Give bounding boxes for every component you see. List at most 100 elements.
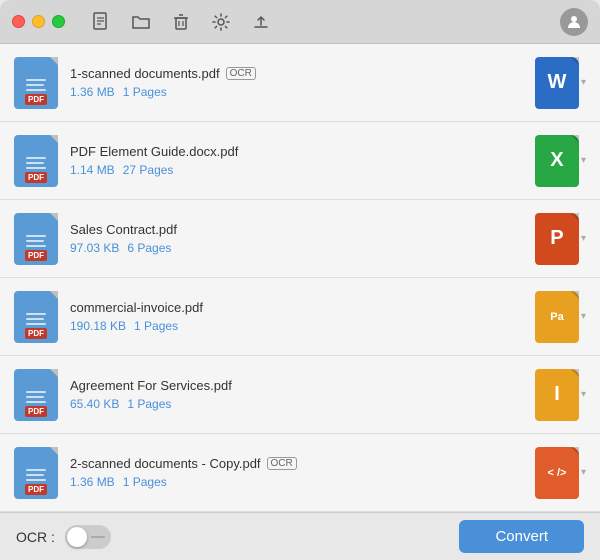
toolbar-icons [89, 10, 273, 34]
pdf-line [26, 313, 46, 315]
account-icon[interactable] [560, 8, 588, 36]
convert-button[interactable]: Convert [459, 520, 584, 553]
file-list: PDF 1-scanned documents.pdf OCR 1.36 MB 1 P… [0, 44, 600, 512]
pdf-badge: PDF [25, 406, 47, 417]
file-pages[interactable]: 1 Pages [134, 319, 178, 333]
pdf-lines [26, 313, 46, 325]
file-info: 1-scanned documents.pdf OCR 1.36 MB 1 Pages [70, 66, 535, 99]
file-name-text: 1-scanned documents.pdf [70, 66, 220, 81]
pdf-line [26, 323, 46, 325]
pdf-icon: PDF [14, 213, 58, 265]
pdf-icon: PDF [14, 57, 58, 109]
file-item[interactable]: PDF 2-scanned documents - Copy.pdf OCR 1.3… [0, 434, 600, 512]
pdf-line [26, 396, 44, 398]
chevron-down-icon: ▾ [581, 467, 586, 478]
file-item[interactable]: PDF PDF Element Guide.docx.pdf 1.14 MB 27 … [0, 122, 600, 200]
toggle-knob [67, 527, 87, 547]
output-icon-word[interactable]: W [535, 57, 579, 109]
new-file-icon[interactable] [89, 10, 113, 34]
file-pages[interactable]: 1 Pages [123, 475, 167, 489]
titlebar [0, 0, 600, 44]
upload-icon[interactable] [249, 10, 273, 34]
output-letter: W [548, 71, 567, 94]
output-icon-indd[interactable]: I [535, 369, 579, 421]
pdf-lines [26, 79, 46, 91]
file-info: PDF Element Guide.docx.pdf 1.14 MB 27 Page… [70, 144, 535, 177]
file-size: 97.03 KB [70, 241, 119, 255]
file-item[interactable]: PDF 1-scanned documents.pdf OCR 1.36 MB 1 P… [0, 44, 600, 122]
file-name: 1-scanned documents.pdf OCR [70, 66, 535, 81]
file-size: 1.36 MB [70, 85, 115, 99]
pdf-line [26, 157, 46, 159]
chevron-down-icon: ▾ [581, 155, 586, 166]
file-info: commercial-invoice.pdf 190.18 KB 1 Pages [70, 300, 535, 333]
file-meta: 190.18 KB 1 Pages [70, 319, 535, 333]
toggle-track [91, 536, 105, 538]
minimize-button[interactable] [32, 15, 45, 28]
settings-icon[interactable] [209, 10, 233, 34]
output-icon-excel[interactable]: X [535, 135, 579, 187]
output-icon-ppt[interactable]: P [535, 213, 579, 265]
window-buttons [12, 15, 65, 28]
pdf-line [26, 167, 46, 169]
ocr-toggle[interactable] [65, 525, 111, 549]
file-name-text: 2-scanned documents - Copy.pdf [70, 456, 261, 471]
trash-icon[interactable] [169, 10, 193, 34]
chevron-down-icon: ▾ [581, 311, 586, 322]
file-size: 190.18 KB [70, 319, 126, 333]
file-info: 2-scanned documents - Copy.pdf OCR 1.36 MB… [70, 456, 535, 489]
output-letter: X [550, 149, 563, 172]
pdf-line [26, 245, 46, 247]
file-size: 1.14 MB [70, 163, 115, 177]
pdf-icon: PDF [14, 447, 58, 499]
output-letter: Pa [550, 311, 563, 323]
file-item[interactable]: PDF Agreement For Services.pdf 65.40 KB 1 … [0, 356, 600, 434]
pdf-line [26, 89, 46, 91]
file-pages[interactable]: 1 Pages [127, 397, 171, 411]
pdf-icon: PDF [14, 135, 58, 187]
file-name: PDF Element Guide.docx.pdf [70, 144, 535, 159]
file-meta: 65.40 KB 1 Pages [70, 397, 535, 411]
output-letter: P [550, 227, 563, 250]
file-pages[interactable]: 1 Pages [123, 85, 167, 99]
close-button[interactable] [12, 15, 25, 28]
pdf-line [26, 162, 44, 164]
file-meta: 1.36 MB1 Pages [70, 475, 535, 489]
pdf-line [26, 391, 46, 393]
pdf-line [26, 240, 44, 242]
output-icon-code[interactable]: < /> [535, 447, 579, 499]
output-icon-pa[interactable]: Pa [535, 291, 579, 343]
file-item[interactable]: PDF commercial-invoice.pdf 190.18 KB 1 Pag… [0, 278, 600, 356]
pdf-lines [26, 235, 46, 247]
open-folder-icon[interactable] [129, 10, 153, 34]
ocr-badge: OCR [226, 67, 256, 80]
file-meta: 1.36 MB 1 Pages [70, 85, 535, 99]
file-info: Sales Contract.pdf 97.03 KB 6 Pages [70, 222, 535, 255]
maximize-button[interactable] [52, 15, 65, 28]
pdf-line [26, 235, 46, 237]
ocr-badge: OCR [267, 457, 297, 470]
pdf-icon: PDF [14, 369, 58, 421]
pdf-line [26, 401, 46, 403]
chevron-down-icon: ▾ [581, 77, 586, 88]
file-size: 65.40 KB [70, 397, 119, 411]
file-pages[interactable]: 27 Pages [123, 163, 174, 177]
pdf-badge: PDF [25, 484, 47, 495]
pdf-line [26, 84, 44, 86]
pdf-icon: PDF [14, 291, 58, 343]
file-pages[interactable]: 6 Pages [127, 241, 171, 255]
file-name: Sales Contract.pdf [70, 222, 535, 237]
pdf-lines [26, 469, 46, 481]
file-name-text: commercial-invoice.pdf [70, 300, 203, 315]
chevron-down-icon: ▾ [581, 389, 586, 400]
output-letter: < /> [547, 467, 566, 479]
ocr-label: OCR : [16, 529, 55, 545]
pdf-badge: PDF [25, 94, 47, 105]
output-letter: I [554, 383, 560, 406]
file-name: commercial-invoice.pdf [70, 300, 535, 315]
file-item[interactable]: PDF Sales Contract.pdf97.03 KB6 PagesP▾ [0, 200, 600, 278]
pdf-line [26, 469, 46, 471]
file-name-text: Agreement For Services.pdf [70, 378, 232, 393]
pdf-line [26, 318, 44, 320]
pdf-lines [26, 157, 46, 169]
